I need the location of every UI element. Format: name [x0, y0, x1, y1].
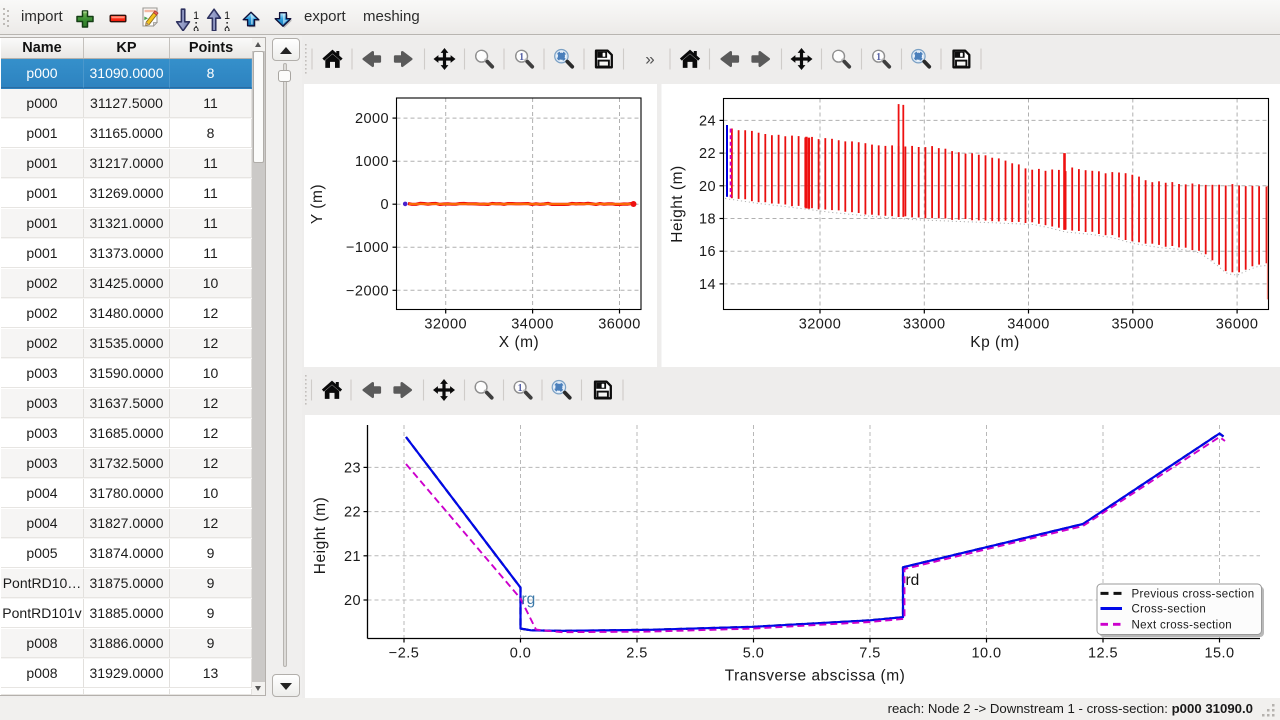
- svg-text:rg: rg: [522, 591, 536, 608]
- svg-text:Cross-section: Cross-section: [1132, 604, 1207, 616]
- svg-text:−2000: −2000: [346, 283, 389, 299]
- svg-text:2.5: 2.5: [626, 646, 648, 662]
- svg-text:32000: 32000: [424, 317, 467, 333]
- svg-text:Y (m): Y (m): [309, 184, 326, 224]
- svg-text:7.5: 7.5: [859, 646, 881, 662]
- svg-text:1000: 1000: [355, 154, 389, 170]
- svg-text:18: 18: [699, 212, 716, 228]
- svg-text:Transverse abscissa (m): Transverse abscissa (m): [725, 668, 906, 685]
- svg-text:20: 20: [699, 179, 716, 195]
- svg-text:1: 1: [224, 10, 230, 22]
- svg-text:9: 9: [224, 25, 230, 31]
- svg-text:−1000: −1000: [346, 240, 389, 256]
- svg-text:»: »: [645, 50, 654, 69]
- svg-text:12.5: 12.5: [1088, 646, 1118, 662]
- svg-text:36000: 36000: [598, 317, 641, 333]
- svg-text:10.0: 10.0: [971, 646, 1001, 662]
- svg-text:15.0: 15.0: [1204, 646, 1234, 662]
- svg-text:2000: 2000: [355, 111, 389, 127]
- svg-text:36000: 36000: [1216, 317, 1259, 333]
- svg-text:24: 24: [699, 113, 716, 129]
- svg-text:0: 0: [380, 197, 389, 213]
- svg-text:Height (m): Height (m): [312, 497, 329, 574]
- svg-text:Next cross-section: Next cross-section: [1132, 619, 1233, 631]
- svg-text:34000: 34000: [511, 317, 554, 333]
- svg-text:22: 22: [344, 505, 361, 521]
- svg-text:23: 23: [344, 460, 361, 476]
- svg-text:21: 21: [344, 549, 361, 565]
- svg-text:35000: 35000: [1112, 317, 1155, 333]
- svg-text:32000: 32000: [799, 317, 842, 333]
- svg-text:X (m): X (m): [499, 334, 539, 351]
- svg-text:14: 14: [699, 277, 716, 293]
- svg-text:34000: 34000: [1007, 317, 1050, 333]
- svg-text:16: 16: [699, 244, 716, 260]
- svg-text:−2.5: −2.5: [389, 646, 419, 662]
- svg-text:22: 22: [699, 146, 716, 162]
- svg-text:rd: rd: [906, 572, 920, 589]
- svg-text:0.0: 0.0: [510, 646, 532, 662]
- svg-text:Previous cross-section: Previous cross-section: [1132, 588, 1255, 600]
- svg-text:20: 20: [344, 593, 361, 609]
- svg-text:Height (m): Height (m): [669, 165, 686, 242]
- svg-text:1: 1: [193, 10, 199, 22]
- svg-text:33000: 33000: [903, 317, 946, 333]
- svg-text:5.0: 5.0: [743, 646, 765, 662]
- svg-text:Kp (m): Kp (m): [970, 334, 1020, 351]
- svg-text:9: 9: [193, 25, 199, 31]
